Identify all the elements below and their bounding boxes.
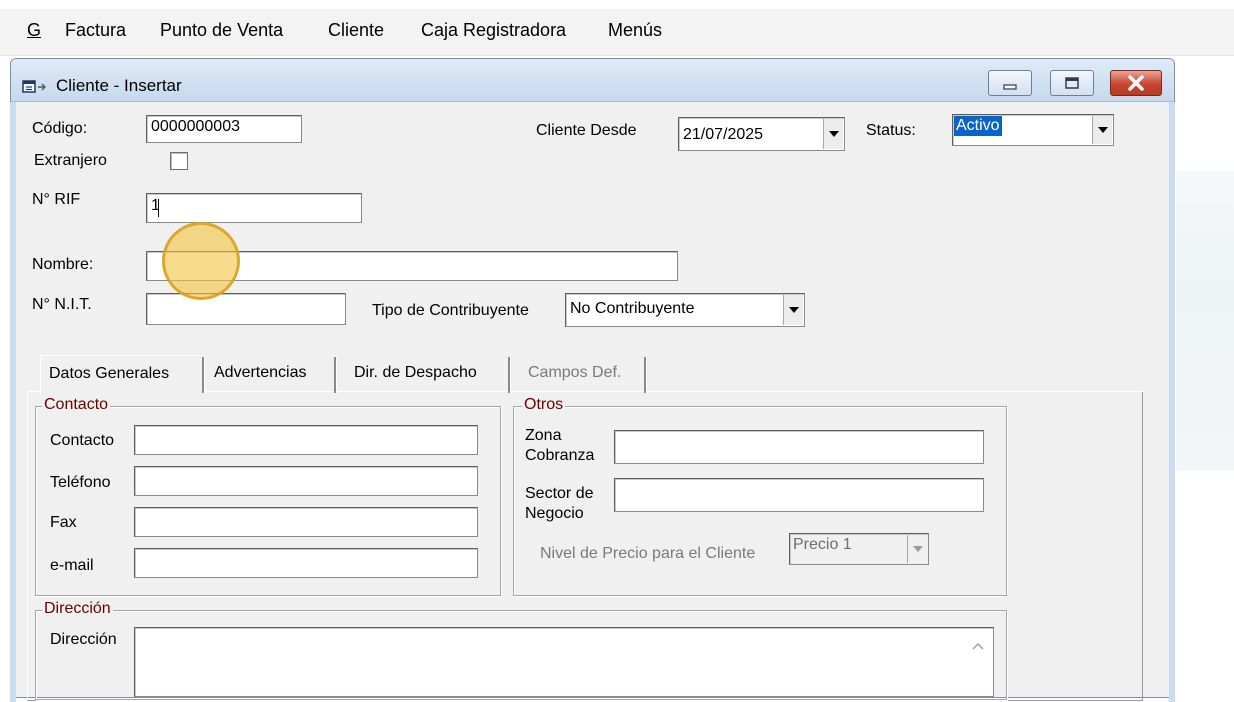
tab-separator (202, 357, 205, 393)
contacto-field[interactable] (134, 425, 478, 455)
maximize-button[interactable] (1050, 70, 1094, 96)
window-frame-right (1169, 102, 1175, 702)
rif-field[interactable]: 1 (146, 193, 362, 223)
chevron-down-icon (1097, 127, 1108, 133)
close-icon (1128, 75, 1144, 91)
menu-item-cliente[interactable]: Cliente (328, 20, 384, 41)
sector-negocio-label: Sector de Negocio (525, 485, 594, 522)
tab-separator (334, 357, 337, 393)
close-button[interactable] (1110, 70, 1162, 96)
menu-item-punto-de-venta[interactable]: Punto de Venta (160, 20, 283, 41)
nivel-precio-dropdown-button[interactable] (907, 535, 927, 563)
text-caret (158, 199, 159, 217)
extranjero-checkbox[interactable] (170, 152, 188, 170)
nombre-label: Nombre: (32, 256, 94, 273)
contacto-group-title: Contacto (42, 396, 111, 414)
menu-bar-top-strip (0, 0, 1234, 9)
nit-label: N° N.I.T. (32, 296, 92, 313)
cliente-desde-dropdown-button[interactable] (823, 119, 843, 149)
extranjero-label: Extranjero (34, 152, 107, 169)
tab-separator (508, 357, 511, 393)
zona-cobranza-label: Zona Cobranza (525, 427, 595, 464)
minimize-icon (1003, 84, 1017, 90)
status-label: Status: (866, 122, 916, 139)
telefono-field[interactable] (134, 466, 478, 496)
menu-item-caja-registradora[interactable]: Caja Registradora (421, 20, 566, 41)
chevron-down-icon (788, 307, 799, 313)
cliente-desde-label: Cliente Desde (536, 122, 637, 139)
cliente-desde-datepicker[interactable]: 21/07/2025 (678, 117, 845, 151)
status-value: Activo (954, 116, 1002, 136)
tab-advertencias[interactable]: Advertencias (206, 355, 334, 395)
status-dropdown-button[interactable] (1092, 116, 1112, 144)
nivel-precio-label: Nivel de Precio para el Cliente (540, 545, 756, 562)
tab-dir-despacho[interactable]: Dir. de Despacho (346, 355, 510, 395)
nit-field[interactable] (146, 293, 346, 325)
tipo-contribuyente-select[interactable]: No Contribuyente (565, 293, 805, 327)
menu-bar: G Factura Punto de Venta Cliente Caja Re… (0, 0, 1234, 56)
tab-datos-generales[interactable]: Datos Generales (40, 355, 204, 395)
nivel-precio-select[interactable]: Precio 1 (789, 533, 929, 565)
tipo-contribuyente-dropdown-button[interactable] (783, 295, 803, 325)
chevron-down-icon (912, 546, 923, 552)
desktop-backdrop (1176, 56, 1234, 691)
scroll-up-icon[interactable] (972, 641, 984, 651)
direccion-label: Dirección (50, 631, 117, 648)
sector-negocio-field[interactable] (614, 478, 984, 512)
tab-campos-def[interactable]: Campos Def. (520, 355, 644, 395)
email-label: e-mail (50, 557, 94, 574)
direccion-group-title: Dirección (42, 600, 113, 618)
tipo-contribuyente-label: Tipo de Contribuyente (372, 302, 529, 319)
chevron-down-icon (828, 131, 839, 137)
telefono-label: Teléfono (50, 474, 111, 491)
menu-item-factura[interactable]: Factura (65, 20, 126, 41)
menu-item-menus[interactable]: Menús (608, 20, 662, 41)
codigo-field[interactable]: 0000000003 (146, 115, 302, 143)
tab-separator (644, 357, 647, 393)
cliente-desde-value: 21/07/2025 (683, 126, 764, 143)
direccion-textarea[interactable] (134, 627, 994, 697)
fax-label: Fax (50, 514, 77, 531)
nivel-precio-value: Precio 1 (793, 536, 852, 553)
window-title: Cliente - Insertar (56, 76, 182, 95)
contacto-label: Contacto (50, 432, 115, 449)
backdrop-wash (1176, 171, 1234, 471)
window-frame-left (10, 102, 16, 702)
zona-cobranza-field[interactable] (614, 430, 984, 464)
codigo-label: Código: (32, 120, 88, 137)
fax-field[interactable] (134, 507, 478, 537)
tipo-contribuyente-value: No Contribuyente (570, 300, 695, 317)
otros-group-title: Otros (522, 396, 566, 414)
status-select[interactable]: Activo (952, 114, 1114, 146)
minimize-button[interactable] (988, 70, 1032, 96)
cursor-highlight (162, 222, 240, 300)
rif-label: N° RIF (32, 191, 81, 208)
window-app-icon (22, 80, 46, 93)
email-field[interactable] (134, 548, 478, 578)
maximize-icon (1065, 77, 1079, 89)
menu-item-g[interactable]: G (27, 20, 41, 41)
